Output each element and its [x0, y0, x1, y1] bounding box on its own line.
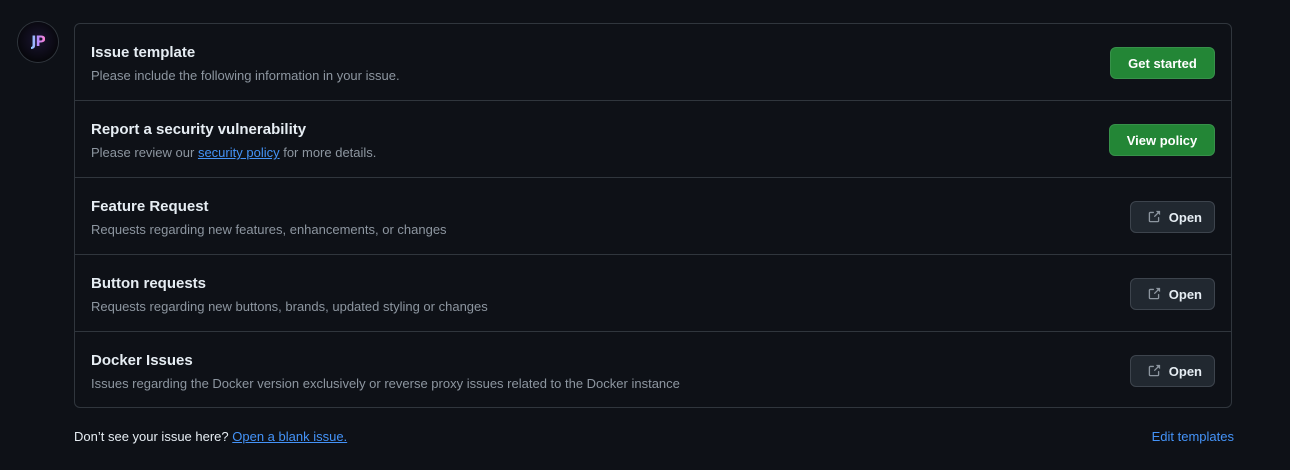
template-description: Requests regarding new buttons, brands, …: [91, 299, 488, 314]
external-link-icon: [1148, 210, 1160, 223]
open-button[interactable]: Open: [1129, 201, 1215, 233]
description-text: for more details.: [279, 145, 377, 160]
avatar[interactable]: JP: [18, 22, 58, 62]
template-description: Requests regarding new features, enhance…: [91, 222, 447, 237]
template-title: Report a security vulnerability: [91, 121, 307, 138]
open-button[interactable]: Open: [1129, 278, 1215, 310]
open-button[interactable]: Open: [1129, 355, 1215, 387]
view-policy-button[interactable]: View policy: [1109, 124, 1215, 156]
template-title: Docker Issues: [91, 352, 193, 369]
get-started-button[interactable]: Get started: [1110, 47, 1215, 79]
avatar-initials: JP: [31, 34, 46, 50]
open-button-label: Open: [1168, 286, 1202, 302]
edit-templates-link[interactable]: Edit templates: [1152, 429, 1234, 444]
template-description: Please review our security policy for mo…: [91, 145, 376, 160]
template-title: Feature Request: [91, 198, 209, 215]
template-row-feature-request: Feature Request Requests regarding new f…: [75, 178, 1231, 255]
security-policy-link[interactable]: security policy: [198, 145, 280, 160]
template-description: Issues regarding the Docker version excl…: [91, 376, 680, 391]
footer-prompt: Don’t see your issue here? Open a blank …: [74, 429, 347, 444]
external-link-icon: [1148, 287, 1160, 300]
footer-prompt-text: Don’t see your issue here?: [74, 429, 233, 444]
template-row-docker-issues: Docker Issues Issues regarding the Docke…: [75, 332, 1231, 407]
template-row-issue-template: Issue template Please include the follow…: [75, 24, 1231, 101]
template-title: Button requests: [91, 275, 207, 292]
open-blank-issue-link[interactable]: Open a blank issue.: [232, 429, 347, 444]
external-link-icon: [1148, 364, 1160, 377]
issue-template-list: Issue template Please include the follow…: [74, 23, 1232, 408]
template-row-button-requests: Button requests Requests regarding new b…: [75, 255, 1231, 332]
description-text: Please review our: [91, 145, 198, 160]
open-button-label: Open: [1168, 209, 1202, 225]
open-button-label: Open: [1168, 363, 1202, 379]
template-row-security: Report a security vulnerability Please r…: [75, 101, 1231, 178]
template-description: Please include the following information…: [91, 68, 400, 83]
template-title: Issue template: [91, 44, 196, 61]
